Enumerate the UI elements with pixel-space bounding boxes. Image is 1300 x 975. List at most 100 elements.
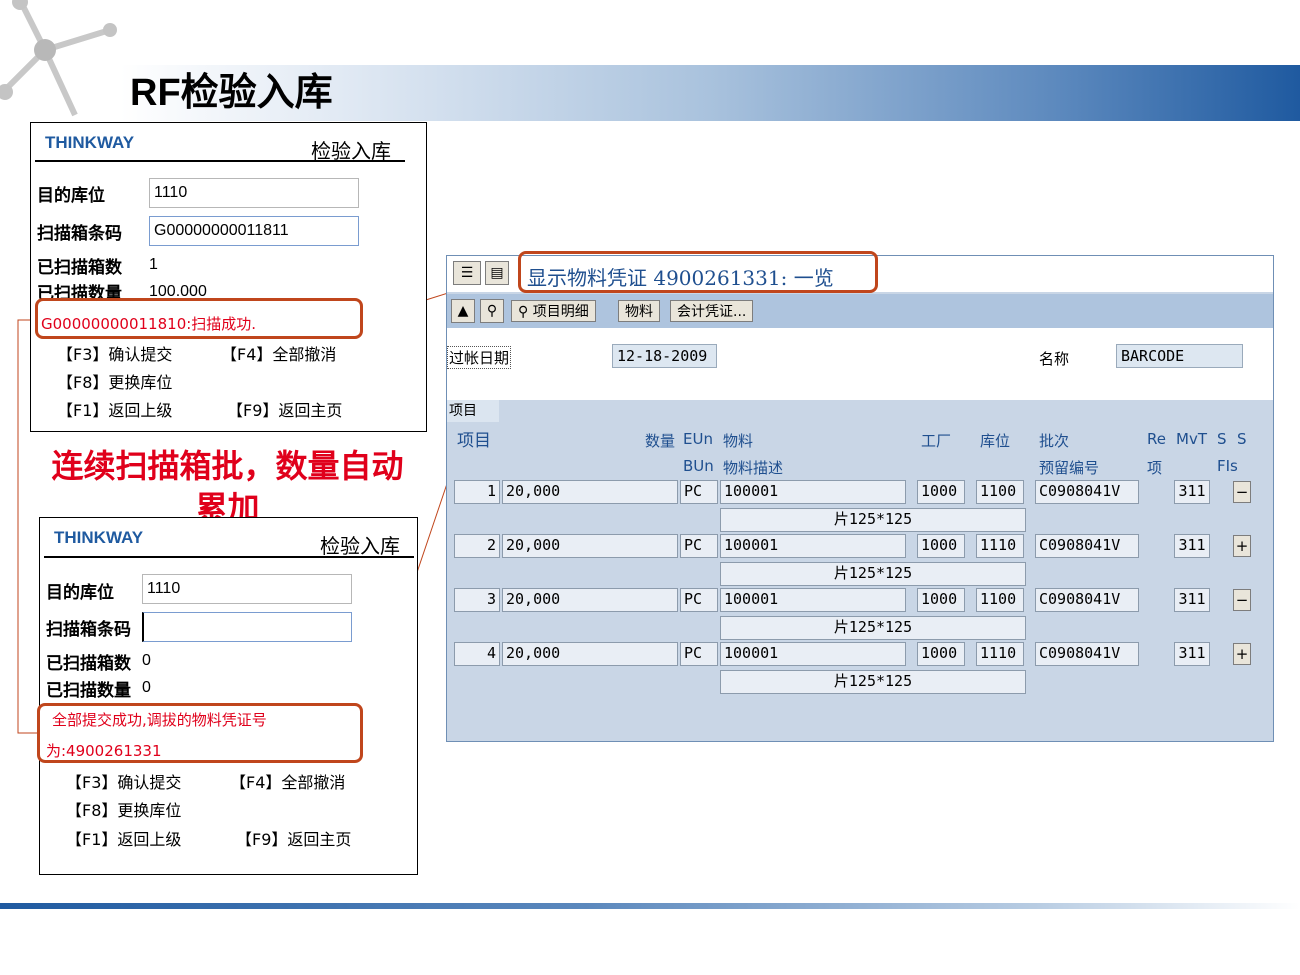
key-f3-confirm[interactable]: 【F3】确认提交 — [66, 769, 181, 793]
sap-toolbar: ▲ ⚲ ⚲ 项目明细 物料 会计凭证... — [447, 294, 1273, 328]
col-re-item: 项 — [1147, 459, 1163, 477]
sloc-cell: 1110 — [976, 534, 1024, 558]
scanned-boxes-value: 0 — [142, 652, 151, 669]
target-bin-input[interactable]: 1110 — [149, 178, 359, 208]
debit-credit-indicator: + — [1233, 643, 1251, 665]
key-f3-confirm[interactable]: 【F3】确认提交 — [57, 341, 172, 365]
col-sloc: 库位 — [980, 432, 1011, 450]
target-bin-input[interactable]: 1110 — [142, 574, 352, 604]
key-f8-change-bin[interactable]: 【F8】更换库位 — [66, 797, 181, 821]
material-button[interactable]: 物料 — [618, 300, 660, 322]
batch-cell: C0908041V — [1035, 642, 1139, 666]
key-f1-back[interactable]: 【F1】返回上级 — [66, 826, 181, 850]
box-barcode-label: 扫描箱条码 — [37, 224, 122, 244]
accounting-doc-button[interactable]: 会计凭证... — [670, 300, 754, 322]
col-material: 物料 — [723, 432, 754, 450]
col-material-desc: 物料描述 — [723, 459, 784, 477]
highlight-submit-message — [37, 703, 363, 763]
col-bun: BUn — [683, 457, 714, 475]
key-f9-home[interactable]: 【F9】返回主页 — [236, 826, 351, 850]
debit-credit-indicator: − — [1233, 481, 1251, 503]
plant-cell: 1000 — [917, 480, 965, 504]
quantity-cell: 20,000 — [502, 642, 678, 666]
sloc-cell: 1100 — [976, 480, 1024, 504]
key-f8-change-bin[interactable]: 【F8】更换库位 — [57, 369, 172, 393]
item-number: 2 — [454, 534, 500, 558]
clipboard-icon[interactable]: ▤ — [485, 261, 509, 285]
col-s2: S — [1237, 430, 1247, 448]
col-item: 项目 — [457, 431, 491, 451]
col-plant: 工厂 — [921, 432, 952, 450]
sap-material-document-window: ☰ ▤ 显示物料凭证 4900261331: 一览 ▲ ⚲ ⚲ 项目明细 物料 … — [446, 255, 1274, 742]
screen-title: 检验入库 — [320, 534, 400, 558]
item-number: 4 — [454, 642, 500, 666]
table-row: 2 20,000 PC 100001 1000 1110 C0908041V 3… — [447, 534, 1273, 586]
item-number: 1 — [454, 480, 500, 504]
table-row: 3 20,000 PC 100001 1000 1100 C0908041V 3… — [447, 588, 1273, 640]
table-row: 4 20,000 PC 100001 1000 1110 C0908041V 3… — [447, 642, 1273, 694]
item-detail-label: 项目明细 — [532, 304, 589, 320]
debit-credit-indicator: − — [1233, 589, 1251, 611]
col-re: Re — [1147, 430, 1166, 448]
material-desc-cell: 片125*125 — [720, 562, 1026, 586]
col-mvt: MvT — [1176, 430, 1207, 448]
scanned-boxes-label: 已扫描箱数 — [37, 258, 122, 278]
key-f1-back[interactable]: 【F1】返回上级 — [57, 397, 172, 421]
batch-cell: C0908041V — [1035, 588, 1139, 612]
col-reservation: 预留编号 — [1039, 459, 1100, 477]
name-label: 名称 — [1039, 350, 1070, 368]
title-rule — [44, 556, 414, 558]
unit-cell: PC — [680, 480, 718, 504]
material-cell: 100001 — [720, 642, 906, 666]
batch-cell: C0908041V — [1035, 480, 1139, 504]
key-f4-undo-all[interactable]: 【F4】全部撤消 — [221, 341, 336, 365]
material-cell: 100001 — [720, 588, 906, 612]
magnifier-icon: ⚲ — [518, 304, 533, 320]
box-barcode-input[interactable] — [142, 612, 352, 642]
key-f9-home[interactable]: 【F9】返回主页 — [227, 397, 342, 421]
material-cell: 100001 — [720, 534, 906, 558]
table-row: 1 20,000 PC 100001 1000 1100 C0908041V 3… — [447, 480, 1273, 532]
posting-date-field[interactable]: 12-18-2009 — [612, 344, 717, 368]
material-desc-cell: 片125*125 — [720, 670, 1026, 694]
mvt-cell: 311 — [1174, 588, 1210, 612]
key-f4-undo-all[interactable]: 【F4】全部撤消 — [230, 769, 345, 793]
title-rule — [35, 160, 405, 162]
scanned-boxes-value: 1 — [149, 256, 158, 273]
unit-cell: PC — [680, 588, 718, 612]
unit-cell: PC — [680, 642, 718, 666]
quantity-cell: 20,000 — [502, 588, 678, 612]
item-number: 3 — [454, 588, 500, 612]
plant-cell: 1000 — [917, 642, 965, 666]
brand-label: THINKWAY — [54, 528, 144, 547]
items-section-tab[interactable]: 项目 — [447, 400, 499, 422]
unit-cell: PC — [680, 534, 718, 558]
magnifier-icon[interactable]: ⚲ — [480, 299, 504, 323]
plant-cell: 1000 — [917, 534, 965, 558]
col-batch: 批次 — [1039, 432, 1070, 450]
quantity-cell: 20,000 — [502, 480, 678, 504]
box-barcode-label: 扫描箱条码 — [46, 620, 131, 640]
material-cell: 100001 — [720, 480, 906, 504]
rf-screen-top: THINKWAY 检验入库 目的库位 1110 扫描箱条码 G000000000… — [30, 122, 427, 432]
name-field[interactable]: BARCODE — [1116, 344, 1243, 368]
col-eun: EUn — [683, 430, 713, 448]
col-fis: FIs — [1217, 457, 1238, 475]
plant-cell: 1000 — [917, 588, 965, 612]
scanned-boxes-label: 已扫描箱数 — [46, 654, 131, 674]
sloc-cell: 1100 — [976, 588, 1024, 612]
display-icon[interactable]: ▲ — [451, 299, 475, 323]
box-barcode-input[interactable]: G00000000011811 — [149, 216, 359, 246]
rf-screen-bottom: THINKWAY 检验入库 目的库位 1110 扫描箱条码 已扫描箱数 0 已扫… — [39, 517, 418, 875]
menu-icon[interactable]: ☰ — [453, 261, 481, 285]
col-quantity: 数量 — [645, 432, 676, 450]
highlight-sap-title — [518, 251, 878, 293]
posting-date-label: 过帐日期 — [447, 346, 512, 369]
quantity-cell: 20,000 — [502, 534, 678, 558]
item-detail-button[interactable]: ⚲ 项目明细 — [511, 300, 596, 322]
mvt-cell: 311 — [1174, 480, 1210, 504]
material-desc-cell: 片125*125 — [720, 616, 1026, 640]
scanned-qty-value: 0 — [142, 679, 151, 696]
highlight-scan-message — [35, 298, 363, 339]
col-s1: S — [1217, 430, 1227, 448]
